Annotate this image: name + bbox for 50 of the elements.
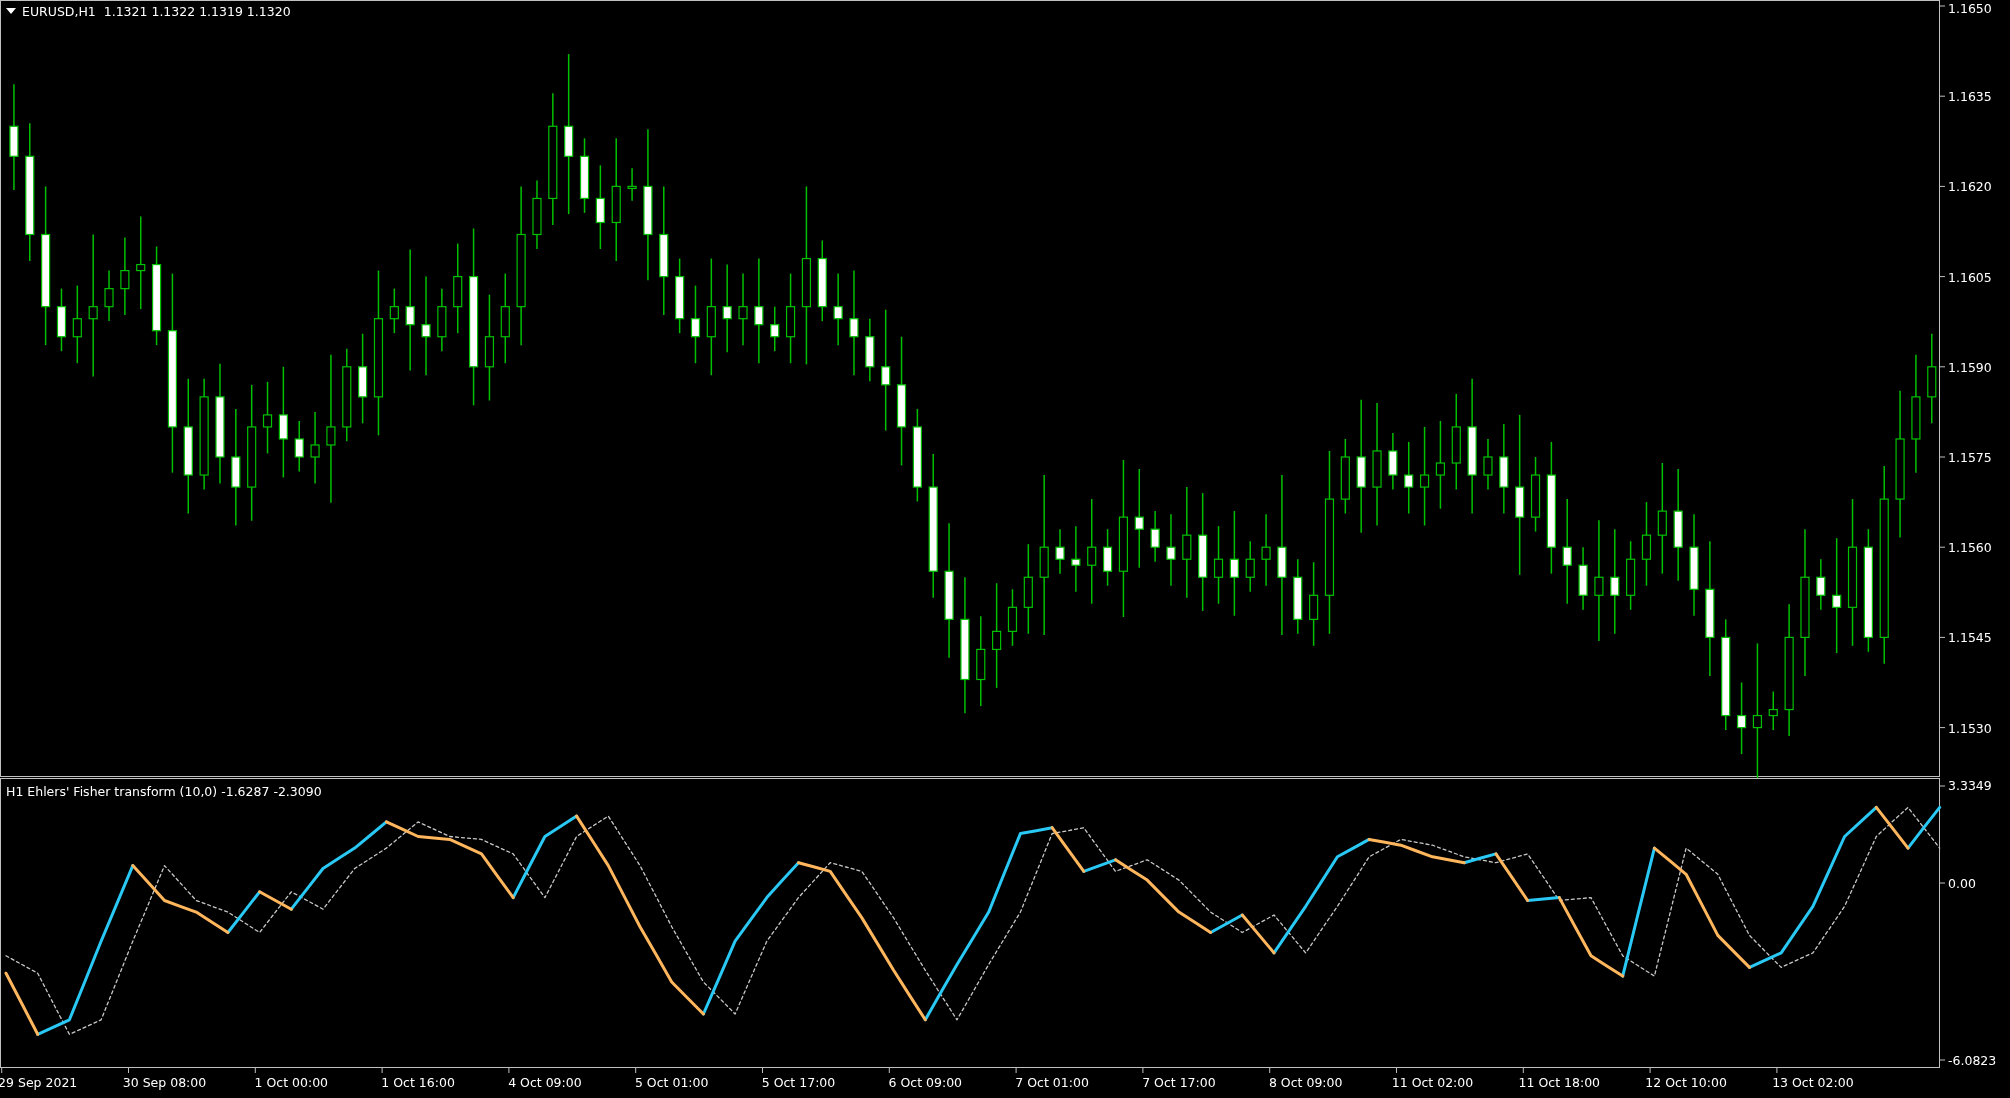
indicator-axis-label: 0.00 <box>1948 875 1976 891</box>
price-axis-label: 1.1605 <box>1948 269 1992 285</box>
candlestick <box>294 420 304 473</box>
candlestick <box>1102 528 1113 587</box>
time-axis-label: 4 Oct 09:00 <box>508 1075 582 1090</box>
chart-header: EURUSD,H1 1.1321 1.1322 1.1319 1.1320 <box>22 4 291 19</box>
candlestick <box>1150 510 1160 563</box>
indicator-header: H1 Ehlers' Fisher transform (10,0) -1.6287 -2.3090 <box>6 784 322 799</box>
price-axis-label: 1.1575 <box>1948 450 1992 465</box>
candlestick <box>865 317 875 382</box>
price-axis-label: 1.1530 <box>1948 720 1992 736</box>
time-axis-label: 7 Oct 01:00 <box>1015 1075 1089 1090</box>
candlestick <box>104 269 114 322</box>
indicator-axis-label: -6.0823 <box>1948 1052 1997 1068</box>
time-axis-label: 1 Oct 16:00 <box>381 1075 455 1090</box>
candlestick <box>437 287 447 352</box>
indicator-axis-label: 3.3349 <box>1948 778 1992 794</box>
candlestick <box>770 305 780 352</box>
time-axis-label: 11 Oct 18:00 <box>1518 1075 1601 1090</box>
time-axis-label: 7 Oct 17:00 <box>1142 1075 1216 1090</box>
time-axis-label: 5 Oct 01:00 <box>634 1075 709 1090</box>
candlestick <box>1071 525 1081 593</box>
price-axis-label: 1.1650 <box>1948 1 1992 16</box>
time-axis-label: 13 Oct 02:00 <box>1772 1075 1854 1090</box>
time-axis-label: 11 Oct 02:00 <box>1391 1075 1474 1090</box>
time-axis-label: 12 Oct 10:00 <box>1645 1075 1727 1090</box>
candlestick <box>1626 540 1636 611</box>
candlestick <box>532 179 542 250</box>
price-axis-label: 1.1560 <box>1948 540 1992 556</box>
time-axis-label: 30 Sep 08:00 <box>122 1075 207 1090</box>
price-axis-label: 1.1545 <box>1948 630 1992 646</box>
candlestick <box>627 167 637 202</box>
candlestick <box>1483 438 1493 491</box>
candlestick <box>1388 432 1398 491</box>
price-axis-label: 1.1620 <box>1948 179 1992 195</box>
time-axis-label: 1 Oct 00:00 <box>254 1075 329 1090</box>
candlestick <box>1578 546 1588 611</box>
candlestick <box>1816 558 1826 611</box>
time-axis-label: 8 Oct 09:00 <box>1268 1075 1343 1090</box>
candlestick <box>56 287 67 352</box>
price-axis-label: 1.1590 <box>1948 359 1992 375</box>
time-axis-label: 5 Oct 17:00 <box>761 1075 836 1090</box>
candlestick <box>1245 540 1255 593</box>
candlestick <box>389 287 399 334</box>
candlestick <box>1055 528 1065 575</box>
price-axis-label: 1.1635 <box>1948 89 1992 105</box>
time-axis-label: 6 Oct 09:00 <box>888 1075 963 1090</box>
candlestick <box>1768 690 1778 731</box>
dropdown-triangle-icon[interactable] <box>6 8 16 14</box>
candlestick <box>1007 588 1018 647</box>
